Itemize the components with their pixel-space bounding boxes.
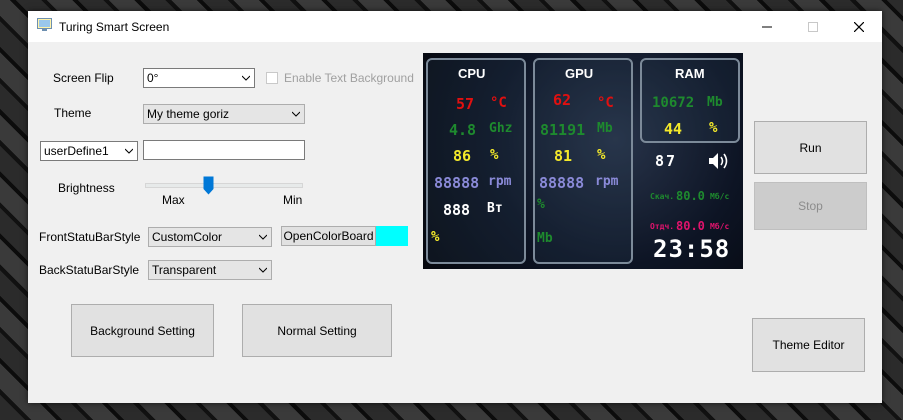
theme-value: My theme goriz <box>147 107 230 121</box>
cpu-load: 86 <box>453 147 472 165</box>
minimize-icon <box>762 26 772 27</box>
screen-flip-value: 0° <box>147 71 159 85</box>
cpu-load-unit: % <box>490 147 499 163</box>
net-up-value: 80.0 <box>676 219 705 233</box>
net-down-value: 80.0 <box>676 189 705 203</box>
front-status-bar-style-value: CustomColor <box>152 230 223 244</box>
gpu-temp: 62 <box>553 91 572 109</box>
gpu-rpm-unit: rpm <box>595 174 619 189</box>
cpu-temp: 57 <box>456 95 475 113</box>
clock-time: 23:58 <box>653 235 731 263</box>
close-icon <box>854 21 864 32</box>
cpu-rpm-unit: rpm <box>488 174 512 189</box>
brightness-label: Brightness <box>58 181 115 195</box>
brightness-max-label: Max <box>162 193 185 207</box>
gpu-percent: % <box>537 197 545 212</box>
normal-setting-label: Normal Setting <box>277 323 357 338</box>
open-color-board-label: OpenColorBoard <box>283 229 374 243</box>
front-status-bar-style-label: FrontStatuBarStyle <box>39 230 141 244</box>
gpu-temp-unit: °C <box>597 95 614 111</box>
net-down-unit: Мб/с <box>710 192 730 201</box>
theme-preview: CPU GPU RAM 57 °C 4.8 Ghz 86 % 88888 rpm… <box>423 53 743 269</box>
cpu-freq-unit: Ghz <box>489 121 513 136</box>
theme-select[interactable]: My theme goriz <box>143 104 305 124</box>
net-up-label: Отдч. <box>650 222 675 231</box>
cpu-power: 888 <box>443 201 471 219</box>
run-button[interactable]: Run <box>754 121 867 174</box>
net-down-label: Скач. <box>650 192 675 201</box>
close-button[interactable] <box>836 11 882 42</box>
user-define-select[interactable]: userDefine1 <box>40 141 138 161</box>
theme-label: Theme <box>54 106 92 120</box>
window-title: Turing Smart Screen <box>59 20 170 34</box>
brightness-slider-track[interactable] <box>145 183 303 188</box>
app-window: Turing Smart Screen Screen Flip 0° Enabl… <box>28 11 882 403</box>
run-label: Run <box>799 140 822 155</box>
brightness-min-label: Min <box>283 193 303 207</box>
gpu-mem: 81191 <box>540 121 586 139</box>
theme-editor-button[interactable]: Theme Editor <box>752 318 865 372</box>
maximize-button[interactable] <box>790 11 836 42</box>
normal-setting-button[interactable]: Normal Setting <box>242 304 392 357</box>
back-status-bar-style-value: Transparent <box>152 263 217 277</box>
cpu-header: CPU <box>458 66 486 81</box>
background-setting-label: Background Setting <box>90 323 195 338</box>
ram-header: RAM <box>675 66 705 81</box>
user-define-input[interactable] <box>143 140 305 160</box>
net-up-unit: Мб/с <box>710 222 730 231</box>
cpu-percent: % <box>431 229 440 245</box>
front-status-bar-style-select[interactable]: CustomColor <box>148 227 272 247</box>
stop-button[interactable]: Stop <box>754 182 867 230</box>
screen-flip-select[interactable]: 0° <box>143 68 255 88</box>
gpu-load: 81 <box>554 147 573 165</box>
brightness-slider-thumb[interactable] <box>203 176 214 195</box>
title-bar: Turing Smart Screen <box>28 11 882 42</box>
open-color-board-button[interactable]: OpenColorBoard <box>281 226 376 246</box>
back-status-bar-style-label: BackStatuBarStyle <box>39 263 140 277</box>
cpu-freq: 4.8 <box>449 121 477 139</box>
screen-flip-label: Screen Flip <box>53 71 114 85</box>
chevron-down-icon <box>292 111 300 117</box>
theme-editor-label: Theme Editor <box>772 338 845 352</box>
cpu-rpm: 88888 <box>434 174 480 192</box>
gpu-mb: Mb <box>537 231 553 246</box>
gpu-header: GPU <box>565 66 594 81</box>
cpu-power-unit: Вт <box>487 201 503 216</box>
maximize-icon <box>808 21 818 32</box>
stop-label: Stop <box>798 199 823 213</box>
ram-load-unit: % <box>709 120 718 136</box>
monitor-icon <box>37 18 52 31</box>
volume-value: 87 <box>655 152 678 170</box>
gpu-load-unit: % <box>597 147 606 163</box>
gpu-rpm: 88888 <box>539 174 585 192</box>
cpu-temp-unit: °C <box>490 95 507 111</box>
gpu-mem-unit: Mb <box>597 121 613 136</box>
chevron-down-icon <box>242 75 250 81</box>
user-define-value: userDefine1 <box>44 144 109 158</box>
minimize-button[interactable] <box>744 11 790 42</box>
chevron-down-icon <box>125 148 133 154</box>
ram-used-unit: Mb <box>707 95 723 110</box>
ram-load: 44 <box>664 120 683 138</box>
enable-text-background-checkbox[interactable] <box>266 72 278 84</box>
back-status-bar-style-select[interactable]: Transparent <box>148 260 272 280</box>
enable-text-background-label: Enable Text Background <box>284 71 414 85</box>
chevron-down-icon <box>259 234 267 240</box>
ram-used: 10672 <box>652 95 695 111</box>
cpu-panel <box>426 58 526 264</box>
background-setting-button[interactable]: Background Setting <box>71 304 214 357</box>
speaker-icon <box>709 153 728 169</box>
color-swatch[interactable] <box>376 226 408 246</box>
chevron-down-icon <box>259 267 267 273</box>
